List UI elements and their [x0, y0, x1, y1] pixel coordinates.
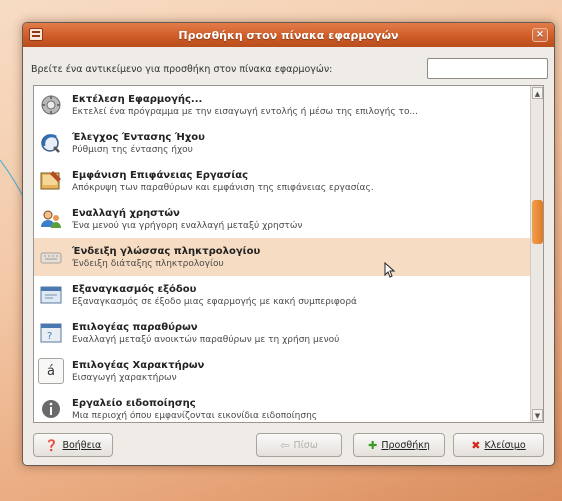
scroll-up-button[interactable]: ▲ — [532, 87, 543, 99]
applet-list-items: Εκτέλεση Εφαρμογής... Εκτελεί ένα πρόγρα… — [34, 86, 530, 422]
scroll-down-button[interactable]: ▼ — [532, 409, 543, 421]
add-to-panel-dialog: Προσθήκη στον πίνακα εφαρμογών × Βρείτε … — [22, 22, 555, 466]
back-button[interactable]: ⇦ Πίσω — [256, 433, 342, 457]
svg-text:?: ? — [47, 331, 52, 342]
title-bar[interactable]: Προσθήκη στον πίνακα εφαρμογών × — [23, 23, 554, 47]
item-description: Απόκρυψη των παραθύρων και εμφάνιση της … — [72, 182, 374, 193]
switch-user-icon — [38, 206, 64, 232]
notification-area-icon — [38, 396, 64, 422]
window-menu-icon[interactable] — [29, 28, 43, 41]
item-description: Εναλλαγή μεταξύ ανοικτών παραθύρων με τη… — [72, 334, 340, 345]
item-title: Εξαναγκασμός εξόδου — [72, 283, 197, 295]
close-icon: ✖ — [471, 438, 481, 452]
keyboard-indicator-icon — [38, 244, 64, 270]
character-palette-icon: á — [38, 358, 64, 384]
run-application-icon — [38, 92, 64, 118]
help-button[interactable]: ❓ Βοήθεια — [33, 433, 113, 457]
close-button[interactable]: ✖ Κλείσιμο — [453, 433, 544, 457]
show-desktop-icon — [38, 168, 64, 194]
window-selector-icon: ? — [38, 320, 64, 346]
list-item[interactable]: Εργαλείο ειδοποίησης Μια περιοχή όπου εμ… — [34, 390, 530, 422]
search-label: Βρείτε ένα αντικείμενο για προσθήκη στον… — [31, 63, 333, 75]
list-item[interactable]: ? Επιλογέας παραθύρων Εναλλαγή μεταξύ αν… — [34, 314, 530, 352]
list-item[interactable]: á Επιλογέας Χαρακτήρων Εισαγωγή χαρακτήρ… — [34, 352, 530, 390]
item-description: Ένα μενού για γρήγορη εναλλαγή μεταξύ χρ… — [72, 220, 303, 231]
item-description: Εκτελεί ένα πρόγραμμα με την εισαγωγή εν… — [72, 106, 419, 117]
search-input[interactable] — [427, 58, 548, 79]
item-description: Εισαγωγή χαρακτήρων — [72, 372, 177, 383]
item-title: Έλεγχος Έντασης Ήχου — [72, 131, 205, 143]
add-button[interactable]: ✚ Προσθήκη — [353, 433, 445, 457]
close-window-button[interactable]: × — [532, 28, 548, 42]
add-icon: ✚ — [368, 438, 378, 452]
item-title: Εναλλαγή χρηστών — [72, 207, 180, 219]
item-description: Μια περιοχή όπου εμφανίζονται εικονίδια … — [72, 410, 318, 421]
item-description: Ρύθμιση της έντασης ήχου — [72, 144, 193, 155]
list-item[interactable]: Εκτέλεση Εφαρμογής... Εκτελεί ένα πρόγρα… — [34, 86, 530, 124]
add-button-label: Προσθήκη — [381, 439, 430, 451]
item-title: Επιλογέας παραθύρων — [72, 321, 198, 333]
item-description: Ένδειξη διάταξης πληκτρολογίου — [72, 258, 224, 269]
list-item-selected[interactable]: Ένδειξη γλώσσας πληκτρολογίου Ένδειξη δι… — [34, 238, 530, 278]
item-title: Επιλογέας Χαρακτήρων — [72, 359, 205, 371]
item-title: Ένδειξη γλώσσας πληκτρολογίου — [72, 245, 261, 257]
close-button-label: Κλείσιμο — [484, 439, 526, 451]
window-title: Προσθήκη στον πίνακα εφαρμογών — [178, 28, 399, 42]
list-item[interactable]: Εμφάνιση Επιφάνειας Εργασίας Απόκρυψη τω… — [34, 162, 530, 200]
button-row: ❓ Βοήθεια ⇦ Πίσω ✚ Προσθήκη ✖ Κλείσιμο — [23, 433, 554, 459]
list-item[interactable]: Έλεγχος Έντασης Ήχου Ρύθμιση της έντασης… — [34, 124, 530, 162]
list-scrollbar[interactable]: ▲ ▼ — [530, 86, 543, 422]
list-item[interactable]: Εναλλαγή χρηστών Ένα μενού για γρήγορη ε… — [34, 200, 530, 238]
search-row: Βρείτε ένα αντικείμενο για προσθήκη στον… — [31, 58, 548, 80]
volume-control-icon — [38, 130, 64, 156]
scroll-thumb[interactable] — [532, 200, 543, 244]
item-description: Εξαναγκασμός σε έξοδο μιας εφαρμογής με … — [72, 296, 357, 307]
force-quit-icon — [38, 282, 64, 308]
item-title: Εμφάνιση Επιφάνειας Εργασίας — [72, 169, 249, 181]
help-button-label: Βοήθεια — [62, 439, 102, 451]
back-button-label: Πίσω — [293, 439, 318, 451]
item-title: Εργαλείο ειδοποίησης — [72, 397, 196, 409]
applet-list: Εκτέλεση Εφαρμογής... Εκτελεί ένα πρόγρα… — [33, 85, 544, 423]
back-arrow-icon: ⇦ — [280, 438, 290, 452]
list-item[interactable]: Εξαναγκασμός εξόδου Εξαναγκασμός σε έξοδ… — [34, 276, 530, 314]
item-title: Εκτέλεση Εφαρμογής... — [72, 93, 203, 105]
help-icon: ❓ — [44, 438, 59, 452]
